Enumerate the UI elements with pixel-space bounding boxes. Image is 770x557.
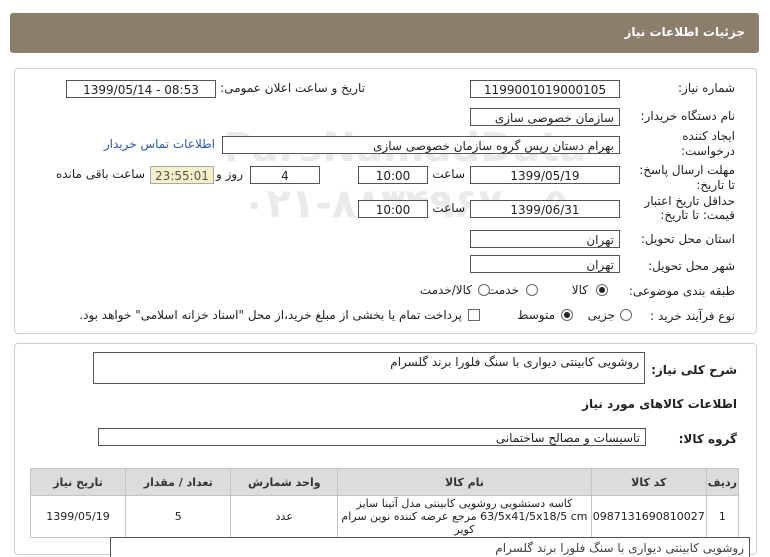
category-goods-service-label: کالا/خدمت [419,283,472,297]
deadline-label-2: تا تاریخ: [696,178,735,192]
validity-label-1: حداقل تاریخ اعتبار [644,194,735,208]
validity-date-field[interactable]: 1399/06/31 [470,200,620,218]
validity-time-field[interactable]: 10:00 [358,200,428,218]
description-label: شرح کلی نیاز: [651,363,737,377]
announce-field[interactable]: 1399/05/14 - 08:53 [66,80,216,98]
col-row: ردیف [705,468,740,496]
cell-qty: 5 [124,495,232,538]
cell-date: 1399/05/19 [30,495,126,538]
city-label: شهر محل تحویل: [648,259,735,273]
description-field[interactable]: روشویی کابینتی دیواری با سنگ فلورا برند … [93,352,645,384]
goods-section-title: اطلاعات کالاهای مورد نیاز [582,397,737,411]
remaining-time-field: 23:55:01 [150,166,214,184]
category-service-radio[interactable] [526,284,538,296]
page-title: جزئیات اطلاعات نیاز [624,25,745,39]
deadline-label-1: مهلت ارسال پاسخ: [639,163,735,177]
category-goods-service-radio[interactable] [478,284,490,296]
process-medium-label: متوسط [517,308,555,322]
process-small-label: جزیی [587,308,615,322]
col-name: نام کالا [337,468,592,496]
creator-field[interactable]: بهرام دستان رپس گروه سازمان خصوصی سازی [222,136,620,154]
need-number-field[interactable]: 1199001019000105 [470,80,620,98]
buyer-org-label: نام دستگاه خریدار: [640,109,736,123]
table-row: 1 0987131690810027 کاسه دستشویی روشویی ک… [30,495,740,538]
validity-time-label: ساعت [432,201,465,215]
treasury-payment-note: پرداخت تمام یا بخشی از مبلغ خرید،از محل … [79,308,462,322]
goods-group-label: گروه کالا: [678,432,737,446]
city-field[interactable]: تهران [470,255,620,273]
goods-group-field[interactable]: تاسیسات و مصالح ساختمانی [98,428,646,446]
category-label: طبقه بندی موضوعی: [628,284,735,298]
category-goods-radio[interactable] [596,284,608,296]
process-small-radio[interactable] [620,309,632,321]
days-field[interactable]: 4 [250,166,320,184]
col-qty: تعداد / مقدار [124,468,232,496]
creator-label-1: ایجاد کننده [682,129,735,143]
cell-row: 1 [705,495,740,538]
col-date: تاریخ نیاز [30,468,126,496]
cell-unit: عدد [230,495,339,538]
validity-label-2: قیمت: تا تاریخ: [660,208,735,222]
announce-label: تاریخ و ساعت اعلان عمومی: [220,81,365,95]
cell-name-line1: کاسه دستشویی روشویی کابینتی مدل آتینا سا… [356,497,573,510]
cell-name: کاسه دستشویی روشویی کابینتی مدل آتینا سا… [337,495,592,538]
province-field[interactable]: تهران [470,230,620,248]
deadline-time-label: ساعت [432,167,465,181]
buyer-org-field[interactable]: سازمان خصوصی سازی [470,108,620,126]
category-service-label: خدمت [487,283,519,297]
goods-table: ردیف کد کالا نام کالا واحد شمارش تعداد /… [30,468,740,538]
province-label: استان محل تحویل: [640,232,735,246]
deadline-date-field[interactable]: 1399/05/19 [470,166,620,184]
page-header: جزئیات اطلاعات نیاز [10,13,759,53]
deadline-time-field[interactable]: 10:00 [358,166,428,184]
cell-code: 0987131690810027 [590,495,707,538]
creator-label-2: درخواست: [681,144,735,158]
col-unit: واحد شمارش [230,468,339,496]
bottom-description-field[interactable]: روشویی کابینتی دیواری با سنگ فلورا برند … [110,537,750,557]
process-label: نوع فرآیند خرید : [650,309,735,323]
process-medium-radio[interactable] [561,309,573,321]
cell-name-line2: 63/5x41/5x18/5 cm مرجع عرضه کننده نوین س… [341,510,588,536]
remaining-label: ساعت باقی مانده [55,167,145,181]
goods-table-header: ردیف کد کالا نام کالا واحد شمارش تعداد /… [30,468,740,496]
col-code: کد کالا [590,468,707,496]
need-number-label: شماره نیاز: [678,81,735,95]
category-goods-label: کالا [571,283,588,297]
buyer-contact-link[interactable]: اطلاعات تماس خریدار [104,137,215,151]
days-label: روز و [216,167,243,181]
treasury-payment-checkbox[interactable] [468,309,480,321]
